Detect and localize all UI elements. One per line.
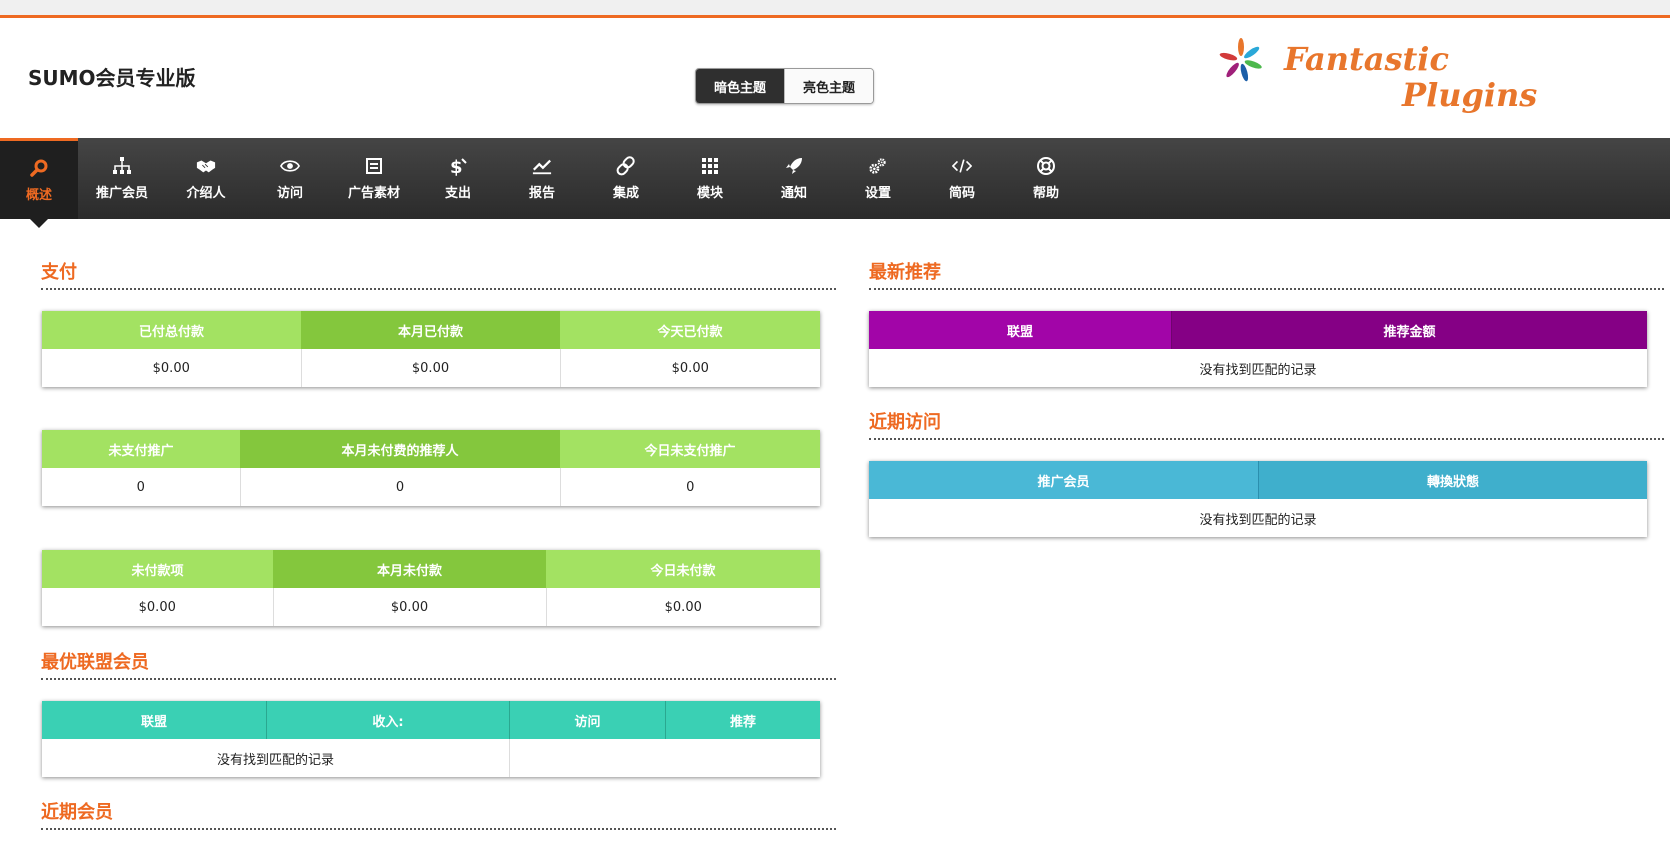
code-icon <box>952 156 972 176</box>
nav-label: 集成 <box>612 186 639 201</box>
col-header: 联盟 <box>42 701 267 739</box>
eye-icon <box>280 156 300 176</box>
search-icon <box>29 158 49 178</box>
col-header: 本月未付费的推荐人 <box>240 430 560 468</box>
top-affiliates-section-title: 最优联盟会员 <box>41 652 149 673</box>
table-cell: $0.00 <box>42 588 274 626</box>
rocket-icon <box>784 156 804 176</box>
top-affiliates-table: 联盟 收入: 访问 推荐 没有找到匹配的记录 <box>42 701 820 777</box>
nav-label: 报告 <box>528 186 555 201</box>
nav-item-notifications[interactable]: 通知 <box>752 138 836 219</box>
section-divider <box>869 288 1664 290</box>
nav-label: 模块 <box>696 186 723 201</box>
svg-text:$: $ <box>450 157 463 176</box>
empty-message: 没有找到匹配的记录 <box>42 739 510 777</box>
nav-item-overview[interactable]: 概述 <box>0 138 78 228</box>
nav-label: 支出 <box>444 186 471 201</box>
chart-icon <box>532 156 552 176</box>
unpaid-referrals-table: 未支付推广 本月未付费的推荐人 今日未支付推广 0 0 0 <box>42 430 820 506</box>
nav-item-shortcodes[interactable]: 简码 <box>920 138 1004 219</box>
empty-message: 没有找到匹配的记录 <box>1199 512 1317 528</box>
col-header: 收入: <box>266 701 510 739</box>
section-divider <box>41 678 836 680</box>
col-header: 轉換狀態 <box>1258 461 1647 499</box>
col-header: 推荐 <box>665 701 820 739</box>
fantastic-plugins-logo: Fantastic Plugins <box>1218 36 1548 116</box>
nav-item-affiliates[interactable]: 推广会员 <box>80 138 164 219</box>
nav-label: 广告素材 <box>347 186 400 201</box>
col-header: 未付款项 <box>42 550 273 588</box>
table-cell: $0.00 <box>301 349 561 387</box>
section-divider <box>41 288 836 290</box>
nav-label: 帮助 <box>1032 186 1059 201</box>
nav-item-payouts[interactable]: $ 支出 <box>416 138 500 219</box>
nav-label: 介绍人 <box>186 186 226 201</box>
section-divider <box>41 828 836 830</box>
unpaid-totals-table: 未付款项 本月未付款 今日未付款 $0.00 $0.00 $0.00 <box>42 550 820 626</box>
recent-visits-table: 推广会员 轉換狀態 没有找到匹配的记录 <box>869 461 1647 537</box>
calendar-icon <box>364 156 384 176</box>
col-header: 今天已付款 <box>560 311 820 349</box>
table-cell: $0.00 <box>671 360 709 376</box>
col-header: 本月未付款 <box>273 550 546 588</box>
table-cell: 0 <box>686 479 695 495</box>
page-title: SUMO会员专业版 <box>28 66 196 90</box>
table-cell: 0 <box>42 468 241 506</box>
nav-label: 通知 <box>780 186 807 201</box>
nav-item-help[interactable]: 帮助 <box>1004 138 1088 219</box>
theme-switch: 暗色主题 亮色主题 <box>695 68 874 104</box>
nav-label: 简码 <box>948 186 975 201</box>
payments-section-title: 支付 <box>41 262 77 283</box>
lifebuoy-icon <box>1036 156 1056 176</box>
main-nav: 概述 推广会员 介绍人 访问 广告素材 $ 支出 报告 集成 模块 通知 设置 … <box>0 138 1670 228</box>
handshake-icon <box>196 156 216 176</box>
link-icon <box>616 156 636 176</box>
dark-theme-button[interactable]: 暗色主题 <box>696 69 784 103</box>
col-header: 未支付推广 <box>42 430 240 468</box>
nav-label: 访问 <box>276 186 303 201</box>
col-header: 今日未付款 <box>546 550 820 588</box>
logo-flower-icon <box>1219 38 1262 82</box>
col-header: 已付总付款 <box>42 311 301 349</box>
col-header: 联盟 <box>869 311 1172 349</box>
dollar-icon: $ <box>448 156 468 176</box>
gears-icon <box>868 156 888 176</box>
nav-label: 推广会员 <box>95 186 148 201</box>
sitemap-icon <box>112 156 132 176</box>
nav-item-settings[interactable]: 设置 <box>836 138 920 219</box>
nav-label: 概述 <box>25 187 52 203</box>
logo-text-line2: Plugins <box>1402 76 1538 114</box>
col-header: 今日未支付推广 <box>560 430 820 468</box>
paid-totals-table: 已付总付款 本月已付款 今天已付款 $0.00 $0.00 $0.00 <box>42 311 820 387</box>
table-cell: $0.00 <box>664 599 702 615</box>
table-cell <box>510 739 821 777</box>
light-theme-button[interactable]: 亮色主题 <box>784 69 873 103</box>
table-cell: $0.00 <box>273 588 547 626</box>
table-cell: 0 <box>240 468 561 506</box>
nav-label: 设置 <box>864 186 891 201</box>
grid-icon <box>700 156 720 176</box>
nav-item-referrers[interactable]: 介绍人 <box>164 138 248 219</box>
col-header: 推广会员 <box>869 461 1259 499</box>
nav-item-integrations[interactable]: 集成 <box>584 138 668 219</box>
col-header: 本月已付款 <box>301 311 560 349</box>
top-strip <box>0 0 1670 18</box>
table-cell: $0.00 <box>42 349 302 387</box>
section-divider <box>869 438 1664 440</box>
empty-message: 没有找到匹配的记录 <box>1199 362 1317 378</box>
nav-item-visits[interactable]: 访问 <box>248 138 332 219</box>
nav-item-reports[interactable]: 报告 <box>500 138 584 219</box>
nav-item-creatives[interactable]: 广告素材 <box>332 138 416 219</box>
col-header: 访问 <box>509 701 666 739</box>
logo-text-line1: Fantastic <box>1284 40 1449 78</box>
latest-referrals-table: 联盟 推荐金额 没有找到匹配的记录 <box>869 311 1647 387</box>
recent-members-section-title: 近期会员 <box>41 802 113 823</box>
nav-item-modules[interactable]: 模块 <box>668 138 752 219</box>
recent-visits-section-title: 近期访问 <box>869 412 941 433</box>
latest-referrals-section-title: 最新推荐 <box>869 262 941 283</box>
col-header: 推荐金额 <box>1171 311 1647 349</box>
